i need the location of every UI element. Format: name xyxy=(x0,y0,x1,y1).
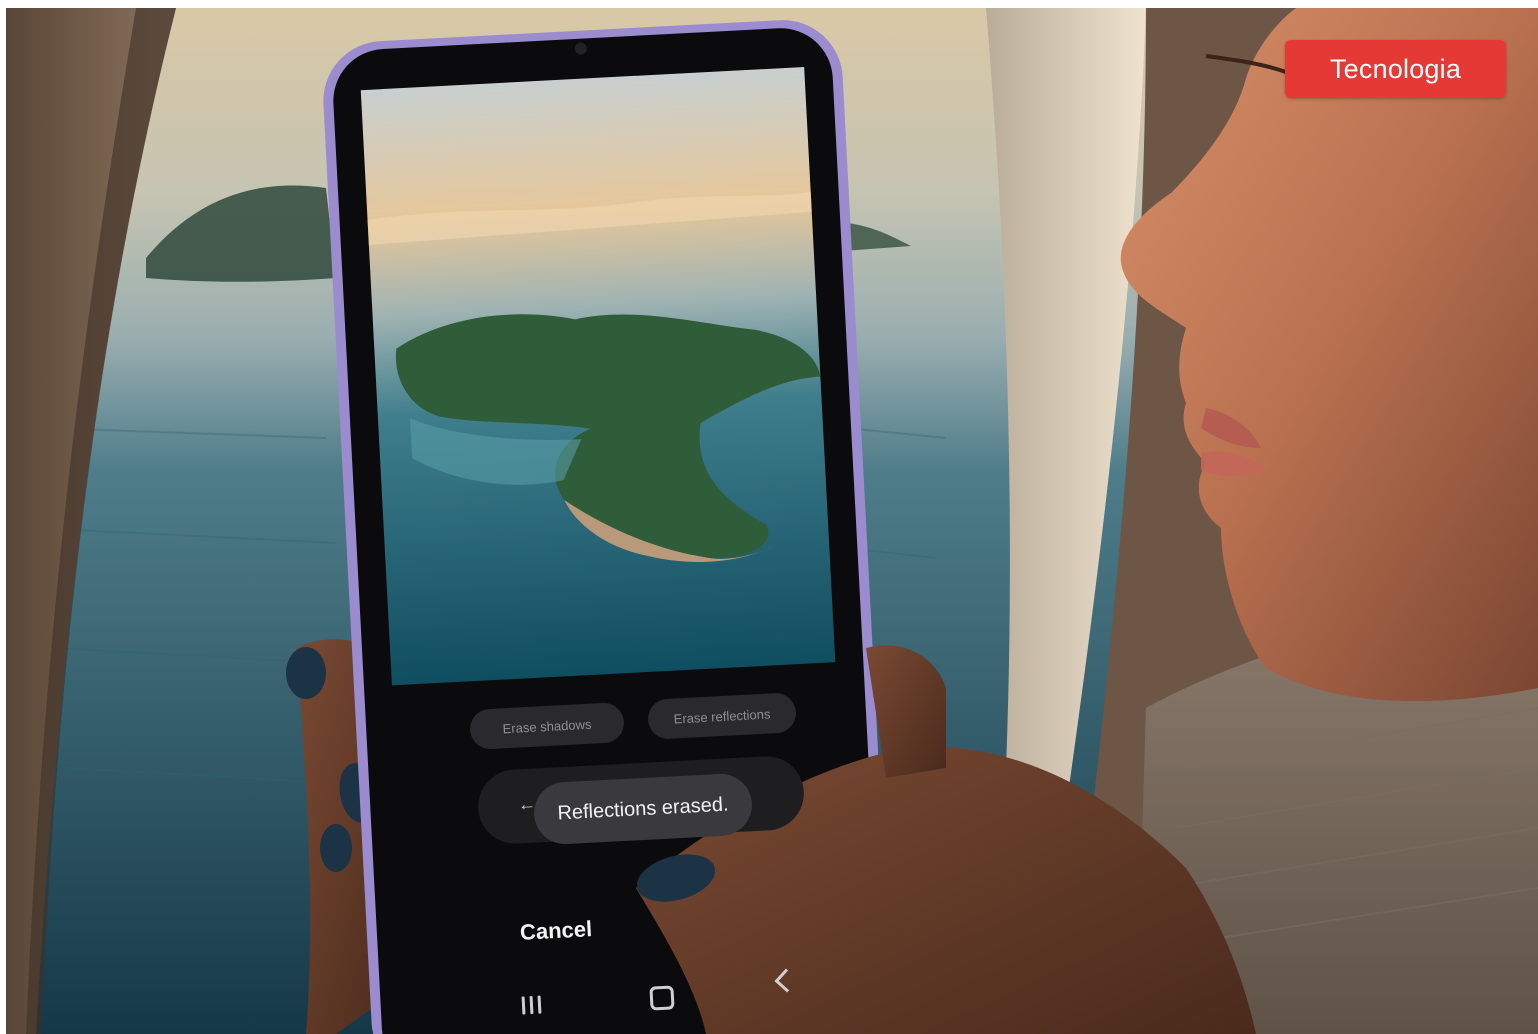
recents-icon[interactable] xyxy=(519,993,546,1016)
home-icon[interactable] xyxy=(649,985,675,1011)
reflections-erased-toast: Reflections erased. xyxy=(532,772,754,846)
category-badge[interactable]: Tecnologia xyxy=(1285,40,1506,98)
cancel-button[interactable]: Cancel xyxy=(519,916,592,946)
hero-photo: Erase shadows Erase reflections ← Reflec… xyxy=(6,8,1538,1034)
erase-shadows-chip[interactable]: Erase shadows xyxy=(469,701,625,751)
airplane-window-scene xyxy=(6,8,1538,1034)
erase-reflections-chip[interactable]: Erase reflections xyxy=(647,692,797,740)
